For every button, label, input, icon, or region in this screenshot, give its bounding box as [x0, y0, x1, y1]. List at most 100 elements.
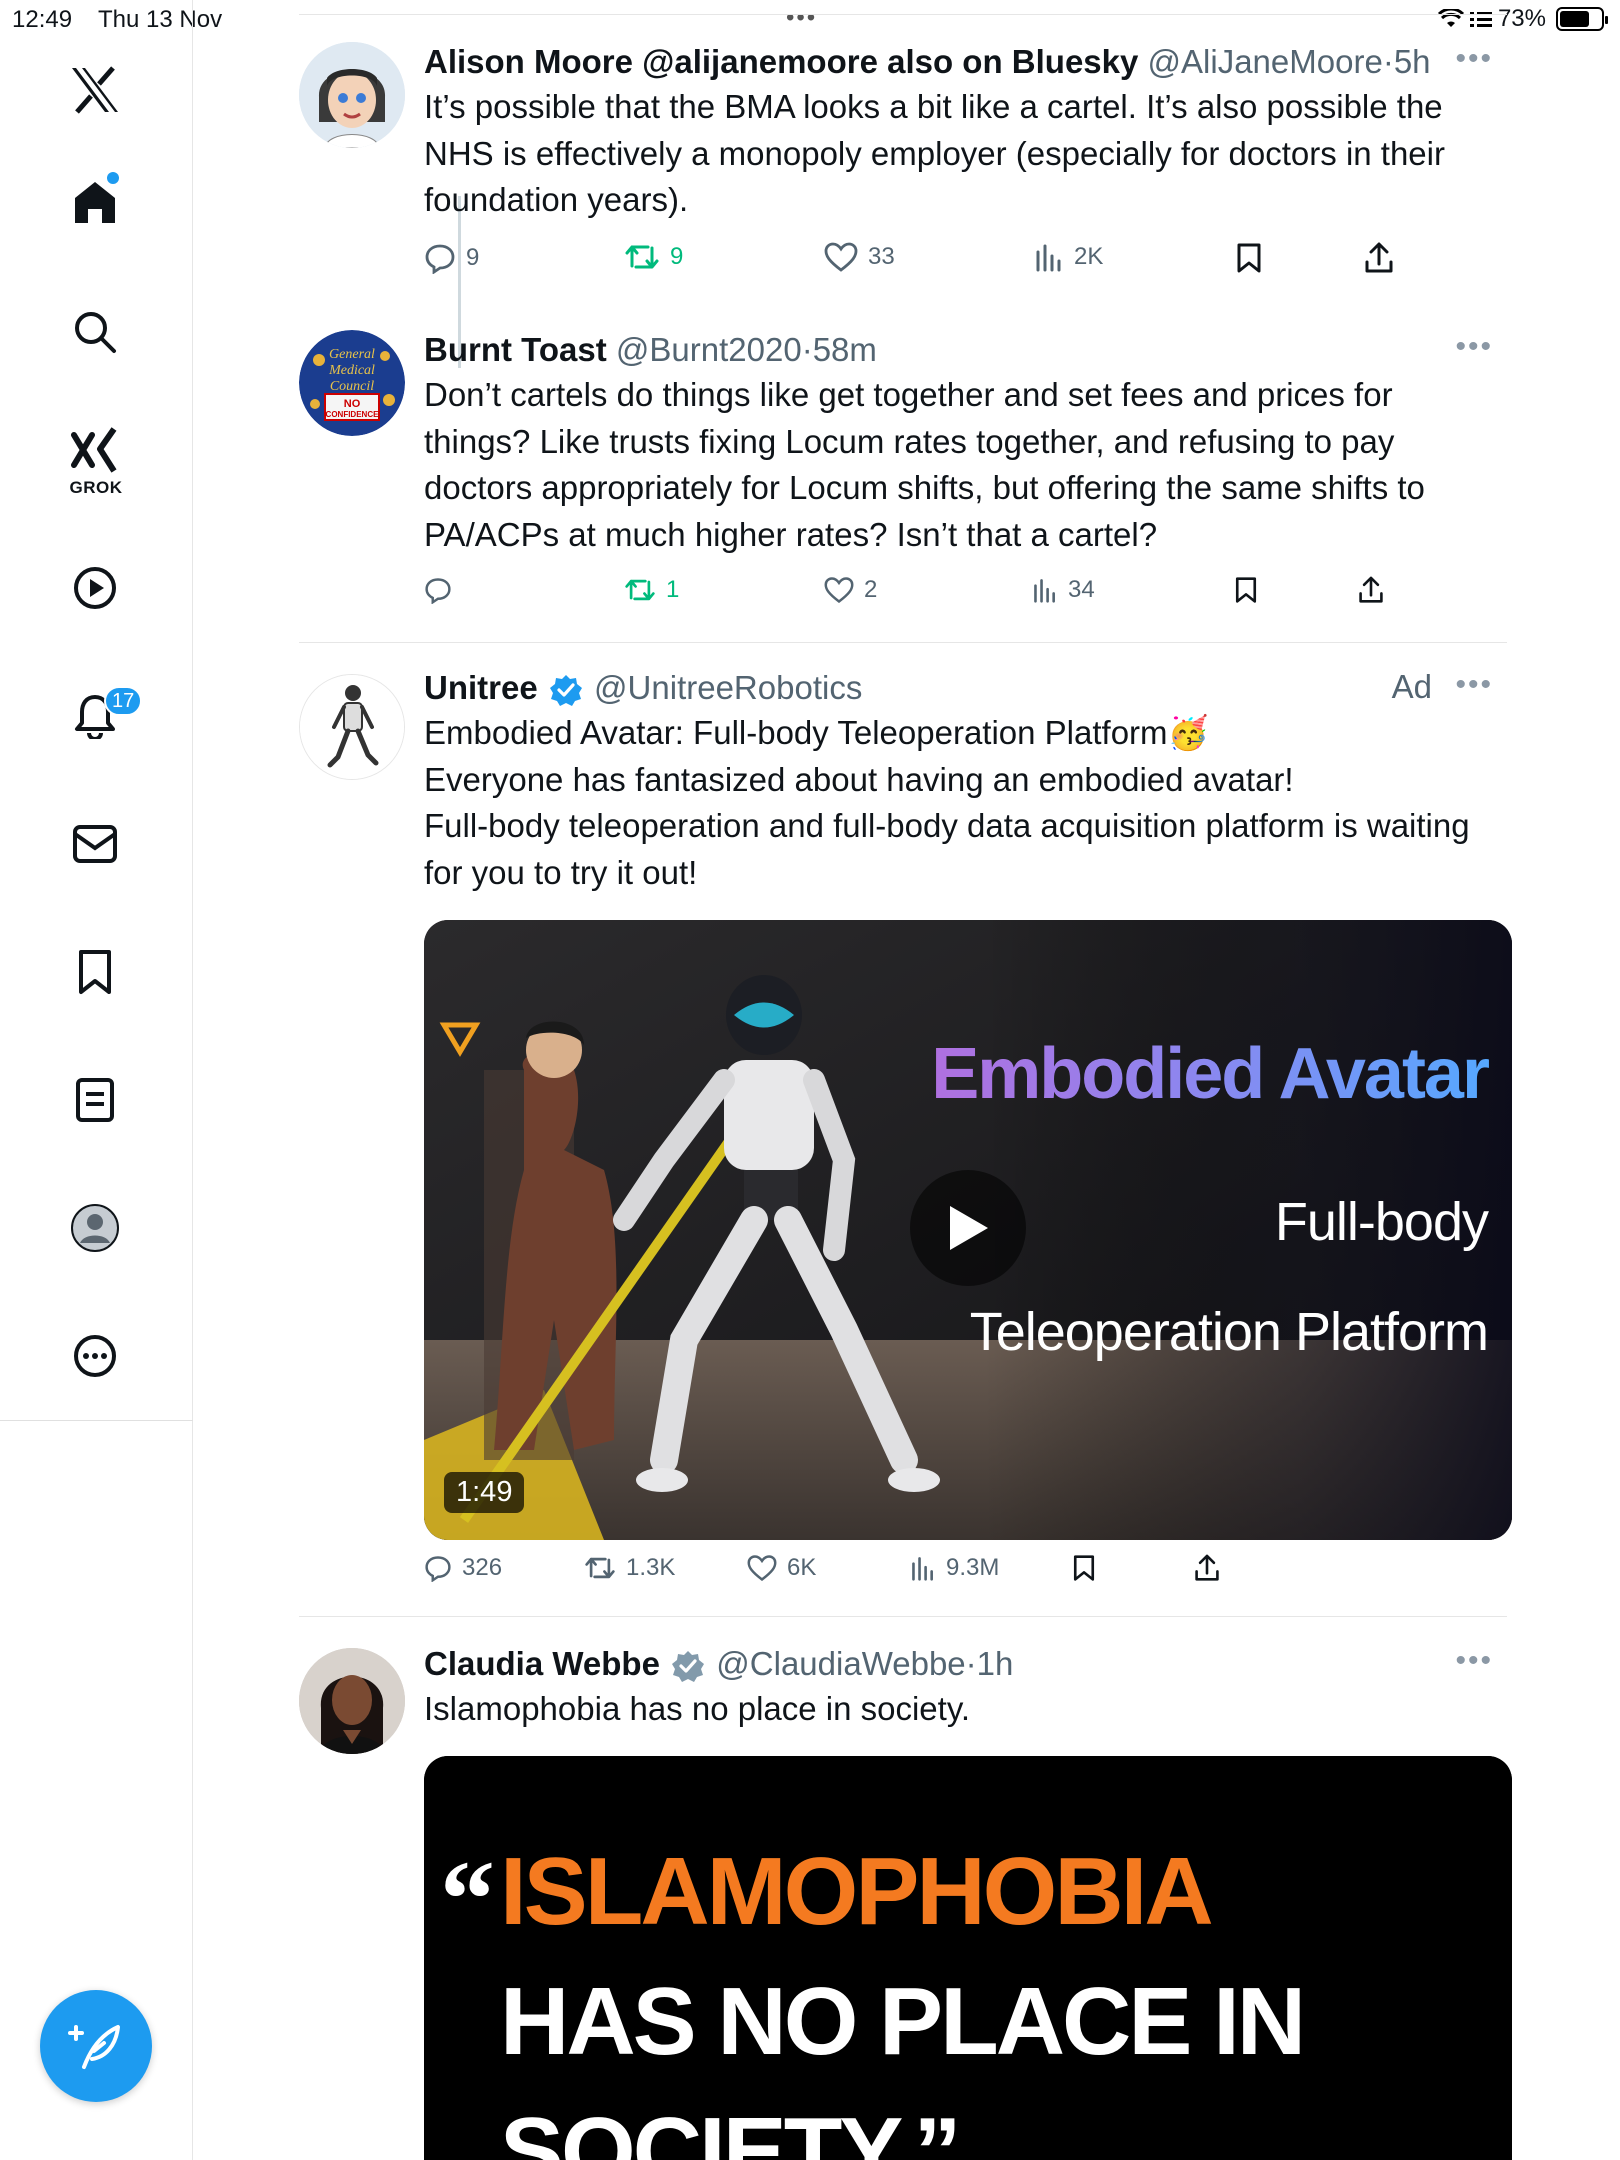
repost-button[interactable]: 9: [624, 242, 683, 272]
author-name[interactable]: Unitree: [424, 669, 538, 706]
bookmark-icon: [1235, 577, 1257, 603]
divider: [299, 642, 1507, 643]
quote-text-line: HAS NO PLACE IN: [500, 1968, 1303, 2075]
tweet-text: Embodied Avatar: Full-body Teleoperation…: [424, 710, 1507, 896]
grok-icon[interactable]: [67, 422, 123, 478]
views-button[interactable]: 34: [1032, 576, 1095, 604]
reply-count: 326: [462, 1554, 503, 1581]
avatar[interactable]: [299, 1648, 405, 1754]
reply-count: 9: [466, 244, 480, 271]
tweet-content: Alison Moore @alijanemoore also on Blues…: [424, 40, 1507, 224]
bookmark-button[interactable]: [1072, 1554, 1096, 1582]
notifications-badge: 17: [104, 686, 143, 716]
reply-button[interactable]: [424, 576, 462, 604]
reply-icon: [425, 244, 455, 274]
more-menu-icon[interactable]: •••: [1455, 1644, 1493, 1678]
tweet[interactable]: Alison Moore @alijanemoore also on Blues…: [299, 40, 1507, 368]
author-name[interactable]: Burnt Toast: [424, 331, 607, 368]
views-button[interactable]: 2K: [1034, 242, 1103, 272]
video-duration: 1:49: [444, 1472, 525, 1513]
bookmarks-icon[interactable]: [67, 944, 123, 1000]
bookmark-icon: [1237, 243, 1261, 273]
play-icon: [950, 1206, 988, 1250]
more-menu-icon[interactable]: •••: [1455, 330, 1493, 364]
tweet-time[interactable]: 58m: [813, 331, 877, 368]
promoted-tweet[interactable]: Unitree @UnitreeRobotics Embodied Avatar…: [299, 666, 1512, 1582]
grok-label: GROK: [69, 478, 123, 497]
tweet-time[interactable]: 5h: [1394, 43, 1431, 80]
like-button[interactable]: 33: [824, 242, 895, 272]
profile-avatar-icon[interactable]: [67, 1200, 123, 1256]
reply-button[interactable]: 9: [424, 242, 479, 274]
lists-icon[interactable]: [67, 1072, 123, 1128]
repost-count: 1.3K: [626, 1554, 676, 1581]
share-icon: [1359, 576, 1383, 603]
video-icon[interactable]: [67, 560, 123, 616]
tweet-content: Unitree @UnitreeRobotics Embodied Avatar…: [424, 666, 1512, 1540]
like-count: 6K: [787, 1554, 817, 1581]
repost-count: 1: [666, 576, 680, 603]
author-handle[interactable]: @ClaudiaWebbe: [716, 1645, 965, 1682]
video-player[interactable]: Embodied Avatar Full-body Teleoperation …: [424, 920, 1512, 1540]
tweet-actions: 326 1.3K 6K 9.3M: [424, 1554, 1507, 1594]
author-handle[interactable]: @AliJaneMoore: [1148, 43, 1383, 80]
search-icon[interactable]: [67, 304, 123, 360]
video-subtitle-text: Full-body: [1275, 1192, 1489, 1252]
compose-button[interactable]: [40, 1990, 152, 2102]
more-menu-icon[interactable]: •••: [1455, 668, 1493, 702]
avatar[interactable]: General Medical Council NO CONFIDENCE: [299, 330, 405, 436]
reply-icon: [425, 1556, 451, 1582]
like-count: 2: [864, 576, 878, 603]
repost-icon: [625, 245, 659, 269]
author-name[interactable]: Alison Moore @alijanemoore also on Blues…: [424, 43, 1138, 80]
view-count: 9.3M: [946, 1554, 1000, 1581]
more-menu-icon[interactable]: •••: [1455, 42, 1493, 76]
quote-mark: “: [440, 1838, 495, 1960]
verified-badge-icon: [672, 1651, 705, 1683]
play-button[interactable]: [910, 1170, 1026, 1286]
avatar[interactable]: [299, 674, 405, 780]
like-button[interactable]: 2: [824, 576, 877, 604]
share-button[interactable]: [1364, 242, 1394, 274]
tweet-time[interactable]: 1h: [977, 1645, 1014, 1682]
reply-icon: [425, 578, 451, 604]
share-button[interactable]: [1194, 1554, 1220, 1582]
tweet-text: Don’t cartels do things like get togethe…: [424, 376, 1425, 553]
tweet[interactable]: General Medical Council NO CONFIDENCE Bu…: [299, 328, 1507, 628]
divider: [299, 1616, 1507, 1617]
tweet-content: Burnt Toast @Burnt2020·58m Don’t cartels…: [424, 328, 1507, 558]
messages-icon[interactable]: [67, 816, 123, 872]
timeline: Alison Moore @alijanemoore also on Blues…: [193, 0, 1620, 2160]
bookmark-button[interactable]: [1236, 242, 1262, 274]
tweet-header: Burnt Toast @Burnt2020·58m: [424, 331, 877, 368]
repost-icon: [585, 1557, 615, 1579]
author-name[interactable]: Claudia Webbe: [424, 1645, 660, 1682]
repost-button[interactable]: 1: [624, 576, 679, 604]
x-logo-icon[interactable]: [67, 62, 123, 118]
author-handle[interactable]: @Burnt2020: [616, 331, 802, 368]
tweet-header: Claudia Webbe @ClaudiaWebbe·1h: [424, 1645, 1014, 1683]
share-button[interactable]: [1358, 576, 1384, 604]
tweet-actions: 9 9 33 2K: [424, 242, 1507, 282]
repost-count: 9: [670, 243, 684, 270]
sidebar-divider: [0, 1420, 193, 1421]
avatar-text: CONFIDENCE: [326, 410, 380, 419]
tweet[interactable]: Claudia Webbe @ClaudiaWebbe·1h Islamopho…: [299, 1642, 1512, 2160]
like-button[interactable]: 6K: [747, 1554, 816, 1582]
heart-icon: [824, 242, 858, 272]
heart-icon: [747, 1555, 777, 1582]
bookmark-button[interactable]: [1234, 576, 1258, 604]
reply-button[interactable]: 326: [424, 1554, 502, 1582]
compose-feather-icon: [68, 2025, 120, 2069]
more-options-icon[interactable]: [67, 1328, 123, 1384]
repost-button[interactable]: 1.3K: [584, 1554, 675, 1582]
tweet-text-line: Embodied Avatar: Full-body Teleoperation…: [424, 714, 1209, 751]
author-handle[interactable]: @UnitreeRobotics: [594, 669, 862, 706]
avatar-text: Council: [330, 379, 374, 394]
tweet-text-line: Everyone has fantasized about having an …: [424, 760, 1294, 798]
views-button[interactable]: 9.3M: [910, 1554, 999, 1582]
tweet-image[interactable]: “ ISLAMOPHOBIA HAS NO PLACE IN SOCIETY.”: [424, 1756, 1512, 2160]
views-icon: [1034, 579, 1055, 603]
avatar-text: Medical: [328, 363, 375, 378]
avatar[interactable]: [299, 42, 405, 148]
